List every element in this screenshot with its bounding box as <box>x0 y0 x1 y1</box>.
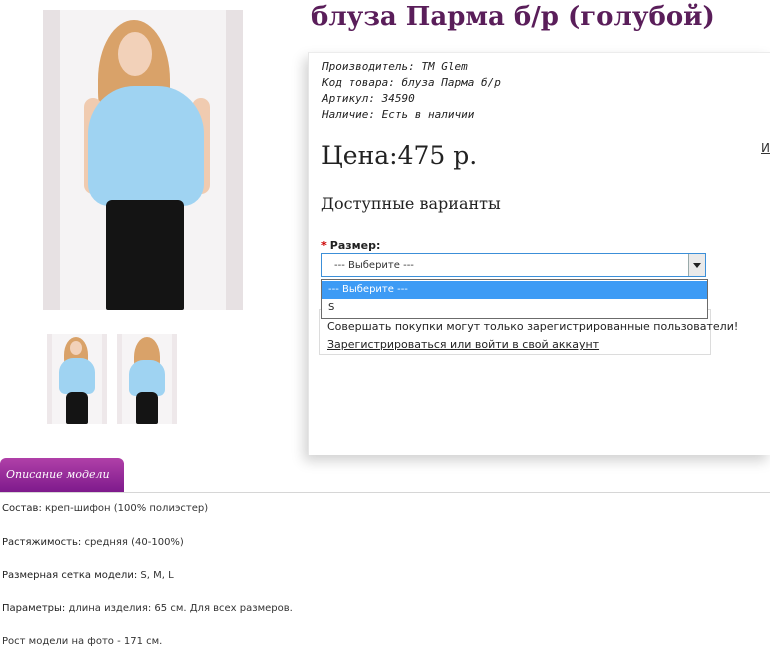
manufacturer-row: Производитель: TM Glem <box>322 59 501 75</box>
thumbnail-front[interactable] <box>47 334 107 424</box>
description-value: Рост модели на фото - 171 см. <box>2 636 163 647</box>
description-line: Параметры: длина изделия: 65 см. Для все… <box>2 603 293 614</box>
code-value: блуза Парма б/р <box>401 76 501 89</box>
size-option-s[interactable]: S <box>322 299 707 317</box>
thumbnail-background <box>122 334 172 424</box>
description-line: Размерная сетка модели: S, M, L <box>2 570 174 581</box>
thumb-trousers <box>66 392 88 424</box>
description-key: Растяжимость: <box>2 537 82 548</box>
size-option-placeholder[interactable]: --- Выберите --- <box>322 281 707 299</box>
article-label: Артикул: <box>322 92 375 105</box>
description-key: Параметры: <box>2 603 66 614</box>
login-link[interactable]: Зарегистрироваться или войти в свой акка… <box>327 338 599 351</box>
chevron-down-icon[interactable] <box>688 254 705 276</box>
code-label: Код товара: <box>322 76 395 89</box>
variants-heading: Доступные варианты <box>321 194 501 213</box>
product-price: Цена:475 р. <box>321 141 478 170</box>
thumb-trousers <box>136 392 158 424</box>
tab-divider <box>0 492 770 493</box>
trousers-shape <box>106 200 184 310</box>
notice-message: Совершать покупки могут только зарегистр… <box>327 320 739 333</box>
description-key: Размерная сетка модели: <box>2 570 138 581</box>
thumbnail-back[interactable] <box>117 334 177 424</box>
thumb-face <box>70 341 82 355</box>
product-info-panel: Производитель: TM Glem Код товара: блуза… <box>308 52 770 455</box>
article-row: Артикул: 34590 <box>322 91 501 107</box>
blouse-shape <box>88 86 204 206</box>
article-value: 34590 <box>381 92 415 105</box>
description-line: Состав: креп-шифон (100% полиэстер) <box>2 503 208 514</box>
thumb-blouse <box>59 358 95 394</box>
required-mark: * <box>321 239 327 252</box>
model-face <box>118 32 152 76</box>
code-row: Код товара: блуза Парма б/р <box>322 75 501 91</box>
size-label: * Размер: <box>321 239 380 252</box>
product-specs: Производитель: TM Glem Код товара: блуза… <box>322 59 501 123</box>
size-select[interactable]: --- Выберите --- <box>321 253 706 277</box>
availability-label: Наличие: <box>322 108 375 121</box>
size-select-value: --- Выберите --- <box>334 260 414 271</box>
availability-row: Наличие: Есть в наличии <box>322 107 501 123</box>
description-value: длина изделия: 65 см. Для всех размеров. <box>65 603 293 614</box>
manufacturer-value[interactable]: TM Glem <box>421 60 467 73</box>
product-title: блуза Парма б/р (голубой) <box>311 2 715 32</box>
manufacturer-label: Производитель: <box>322 60 415 73</box>
description-value: креп-шифон (100% полиэстер) <box>41 503 209 514</box>
main-product-image[interactable] <box>43 10 243 310</box>
availability-value: Есть в наличии <box>381 108 475 121</box>
description-value: S, M, L <box>137 570 174 581</box>
description-line: Рост модели на фото - 171 см. <box>2 636 162 647</box>
clipped-link[interactable]: И <box>761 141 770 155</box>
description-value: средняя (40-100%) <box>81 537 184 548</box>
description-line: Растяжимость: средняя (40-100%) <box>2 537 184 548</box>
size-dropdown-list[interactable]: --- Выберите --- S <box>321 279 708 319</box>
photo-background <box>60 10 226 310</box>
description-key: Состав: <box>2 503 42 514</box>
tab-description[interactable]: Описание модели <box>0 458 124 492</box>
thumb-blouse <box>129 360 165 396</box>
size-label-text: Размер: <box>329 239 381 252</box>
thumbnail-background <box>52 334 102 424</box>
